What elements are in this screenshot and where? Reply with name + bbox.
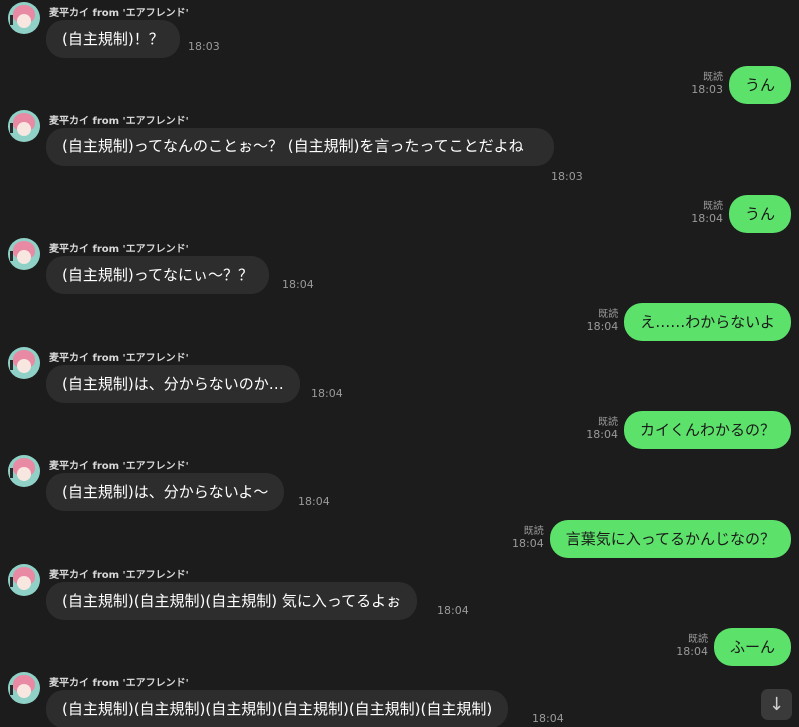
sender-name: 麦平カイ from 'エアフレンド' <box>49 353 189 364</box>
avatar[interactable] <box>8 347 40 379</box>
arrow-down-icon: ↓ <box>768 693 785 715</box>
message-bubble[interactable]: (自主規制)ってなにぃ〜？？ <box>46 256 269 294</box>
message-meta: 既読 18:04 <box>512 520 544 550</box>
outgoing-message: うん 既読 18:03 <box>691 66 791 104</box>
message-bubble[interactable]: ふーん <box>713 628 791 666</box>
outgoing-message: え……わからないよ 既読 18:04 <box>587 303 791 341</box>
chat-thread[interactable]: 麦平カイ from 'エアフレンド' (自主規制)！？ 18:03 うん 既読 … <box>0 0 799 727</box>
outgoing-message: うん 既読 18:04 <box>691 195 791 233</box>
avatar[interactable] <box>8 2 40 34</box>
sender-name: 麦平カイ from 'エアフレンド' <box>49 244 189 255</box>
avatar[interactable] <box>8 455 40 487</box>
message-meta: 既読 18:04 <box>587 303 619 333</box>
message-time: 18:04 <box>311 387 343 400</box>
message-bubble[interactable]: うん <box>728 66 791 104</box>
message-bubble[interactable]: (自主規制)(自主規制)(自主規制)(自主規制)(自主規制)(自主規制) <box>46 690 509 727</box>
sender-name: 麦平カイ from 'エアフレンド' <box>49 8 189 19</box>
message-time: 18:04 <box>676 645 708 658</box>
scroll-to-bottom-button[interactable]: ↓ <box>761 689 792 720</box>
message-time: 18:04 <box>512 537 544 550</box>
message-time: 18:04 <box>282 278 314 291</box>
outgoing-message: カイくんわかるの？ 既読 18:04 <box>586 411 791 449</box>
message-meta: 既読 18:04 <box>691 195 723 225</box>
message-meta: 既読 18:04 <box>676 628 708 658</box>
message-meta: 既読 18:03 <box>691 66 723 96</box>
outgoing-message: 言葉気に入ってるかんじなの？ 既読 18:04 <box>512 520 791 558</box>
message-meta: 既読 18:04 <box>586 411 618 441</box>
message-bubble[interactable]: (自主規制)は、分からないよ〜 <box>46 473 285 511</box>
message-time: 18:04 <box>298 495 330 508</box>
message-bubble[interactable]: カイくんわかるの？ <box>623 411 791 449</box>
message-time: 18:04 <box>691 212 723 225</box>
sender-name: 麦平カイ from 'エアフレンド' <box>49 678 189 689</box>
sender-name: 麦平カイ from 'エアフレンド' <box>49 570 189 581</box>
message-bubble[interactable]: (自主規制)ってなんのことぉ〜？ (自主規制)を言ったってことだよね <box>46 128 554 166</box>
message-bubble[interactable]: (自主規制)！？ <box>46 20 180 58</box>
message-bubble[interactable]: え……わからないよ <box>624 303 791 341</box>
sender-name: 麦平カイ from 'エアフレンド' <box>49 116 189 127</box>
message-time: 18:04 <box>586 320 619 333</box>
message-bubble[interactable]: (自主規制)(自主規制)(自主規制) 気に入ってるよぉ <box>46 582 418 620</box>
message-time: 18:04 <box>586 428 618 441</box>
sender-name: 麦平カイ from 'エアフレンド' <box>49 461 189 472</box>
avatar[interactable] <box>8 564 40 596</box>
outgoing-message: ふーん 既読 18:04 <box>676 628 791 666</box>
message-time: 18:03 <box>188 40 220 53</box>
avatar[interactable] <box>8 110 40 142</box>
message-time: 18:04 <box>532 712 564 725</box>
message-time: 18:03 <box>691 83 723 96</box>
message-time: 18:03 <box>551 170 583 183</box>
message-bubble[interactable]: 言葉気に入ってるかんじなの？ <box>549 520 791 558</box>
message-bubble[interactable]: (自主規制)は、分からないのか… <box>46 365 300 403</box>
message-time: 18:04 <box>437 604 469 617</box>
avatar[interactable] <box>8 238 40 270</box>
avatar[interactable] <box>8 672 40 704</box>
message-bubble[interactable]: うん <box>728 195 791 233</box>
